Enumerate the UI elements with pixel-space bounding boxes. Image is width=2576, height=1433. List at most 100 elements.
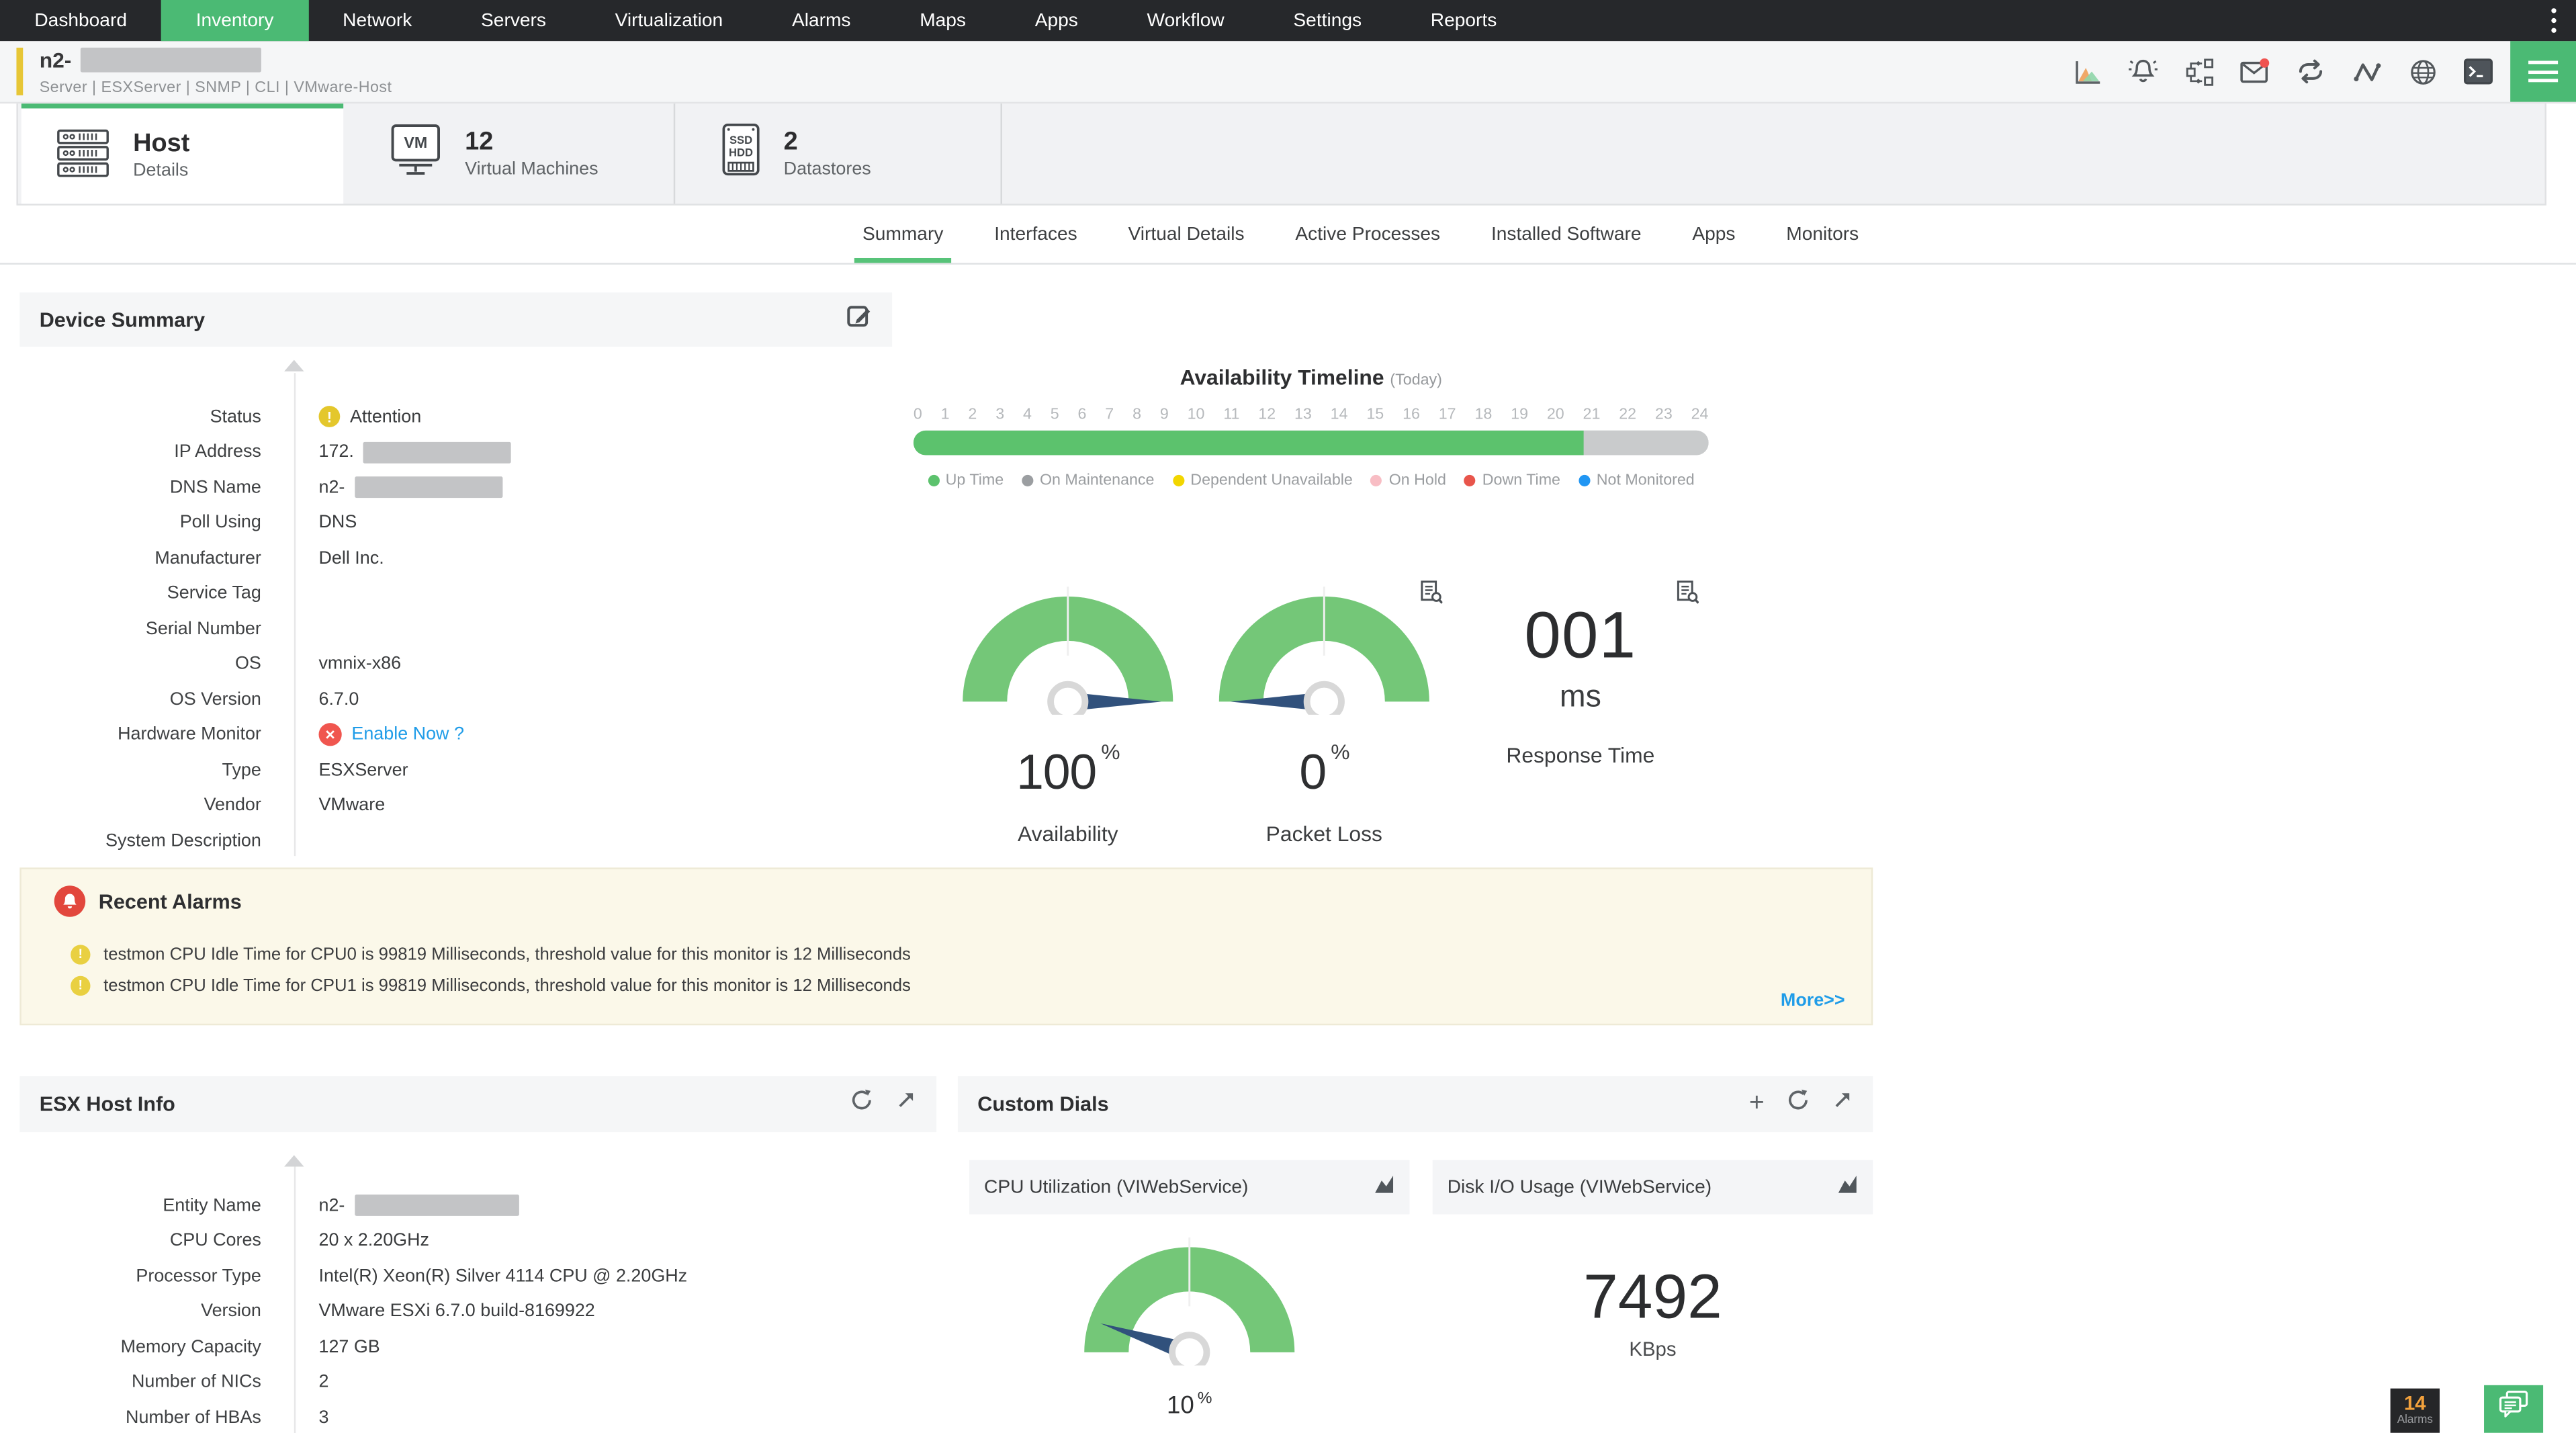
device-toolbar bbox=[2072, 41, 2494, 101]
tab-host-details[interactable]: Host Details bbox=[21, 103, 344, 204]
timeline-bar[interactable] bbox=[913, 430, 1709, 455]
add-dial-icon[interactable]: + bbox=[1749, 1090, 1765, 1117]
scroll-up-icon[interactable] bbox=[284, 359, 304, 372]
expand-icon[interactable] bbox=[895, 1090, 917, 1119]
device-title-bar: n2- Server | ESXServer | SNMP | CLI | VM… bbox=[0, 41, 2576, 104]
sync-loop-icon[interactable] bbox=[2295, 56, 2326, 87]
chat-button[interactable] bbox=[2484, 1385, 2544, 1433]
opmanager-app: Dashboard Inventory Network Servers Virt… bbox=[0, 0, 2576, 1433]
nav-item-reports[interactable]: Reports bbox=[1396, 0, 1531, 41]
cpu-utilization-gauge-dial bbox=[1084, 1237, 1295, 1373]
hamburger-menu-icon[interactable] bbox=[2510, 41, 2576, 102]
timeline-segment-remaining bbox=[1584, 430, 1709, 455]
nav-item-workflow[interactable]: Workflow bbox=[1112, 0, 1259, 41]
server-icon bbox=[54, 124, 112, 188]
tab-datastores[interactable]: SSD HDD 2 Datastores bbox=[675, 103, 1002, 204]
field-row-ip: IP Address 172. bbox=[19, 435, 892, 470]
subtab-monitors[interactable]: Monitors bbox=[1786, 206, 1859, 263]
nav-item-virtualization[interactable]: Virtualization bbox=[580, 0, 757, 41]
nav-item-dashboard[interactable]: Dashboard bbox=[0, 0, 161, 41]
hour-label: 10 bbox=[1187, 406, 1205, 425]
nav-item-settings[interactable]: Settings bbox=[1259, 0, 1396, 41]
disk-io-unit: KBps bbox=[1629, 1337, 1677, 1361]
packet-loss-gauge: 0% Packet Loss bbox=[1196, 567, 1453, 846]
response-time-label: Response Time bbox=[1506, 742, 1655, 768]
legend-down-time: Down Time bbox=[1464, 472, 1560, 490]
nav-item-alarms[interactable]: Alarms bbox=[758, 0, 885, 41]
kebab-menu-icon[interactable] bbox=[2531, 0, 2576, 41]
nav-item-network[interactable]: Network bbox=[308, 0, 447, 41]
alarm-count-badge[interactable]: 14 Alarms bbox=[2390, 1388, 2440, 1433]
alarm-row[interactable]: ! testmon CPU Idle Time for CPU0 is 9981… bbox=[71, 939, 1871, 969]
timeline-legend: Up Time On Maintenance Dependent Unavail… bbox=[914, 472, 1709, 490]
subtab-installed-software[interactable]: Installed Software bbox=[1491, 206, 1642, 263]
entity-tab-strip: Host Details VM 12 Virtual Machines SSD H… bbox=[16, 101, 2546, 206]
enable-now-link[interactable]: Enable Now ? bbox=[351, 725, 464, 744]
availability-gauge: 100% Availability bbox=[940, 567, 1196, 846]
expand-icon[interactable] bbox=[1832, 1090, 1853, 1119]
nav-item-inventory[interactable]: Inventory bbox=[161, 0, 308, 42]
hour-label: 23 bbox=[1654, 406, 1673, 425]
terminal-icon[interactable] bbox=[2462, 56, 2493, 87]
nav-item-apps[interactable]: Apps bbox=[1000, 0, 1112, 41]
redacted-value bbox=[355, 476, 503, 498]
refresh-icon[interactable] bbox=[1786, 1088, 1811, 1121]
hour-label: 11 bbox=[1223, 406, 1240, 425]
activity-icon[interactable] bbox=[2351, 56, 2382, 87]
area-chart-icon[interactable] bbox=[1374, 1172, 1395, 1202]
response-time-value: 001 bbox=[1524, 599, 1637, 672]
subtab-apps[interactable]: Apps bbox=[1692, 206, 1735, 263]
refresh-icon[interactable] bbox=[849, 1088, 874, 1121]
hour-label: 13 bbox=[1294, 406, 1312, 425]
recent-alarms-title: Recent Alarms bbox=[98, 889, 242, 913]
tab-host-title: Host bbox=[133, 130, 190, 158]
field-row-hardware-monitor: Hardware Monitor ✕ Enable Now ? bbox=[19, 718, 892, 753]
device-summary-panel: Device Summary Status ! Attention IP Addr… bbox=[19, 292, 893, 857]
hour-label: 2 bbox=[968, 406, 977, 425]
field-row-poll: Poll Using DNS bbox=[179, 513, 357, 533]
field-row-vendor: Vendor VMware bbox=[204, 795, 386, 816]
report-icon[interactable] bbox=[1419, 580, 1444, 613]
device-summary-header: Device Summary bbox=[19, 292, 893, 347]
report-icon[interactable] bbox=[1676, 580, 1699, 613]
nav-item-maps[interactable]: Maps bbox=[885, 0, 1001, 41]
legend-not-monitored: Not Monitored bbox=[1578, 472, 1695, 490]
edit-icon[interactable] bbox=[846, 302, 873, 337]
subtab-interfaces[interactable]: Interfaces bbox=[994, 206, 1077, 263]
hour-label: 15 bbox=[1366, 406, 1384, 425]
hour-label: 16 bbox=[1403, 406, 1420, 425]
redacted-device-name bbox=[79, 47, 261, 73]
availability-timeline: Availability Timeline (Today) 0123456789… bbox=[913, 364, 1709, 490]
performance-chart-icon[interactable] bbox=[2072, 56, 2102, 87]
alarm-row[interactable]: ! testmon CPU Idle Time for CPU1 is 9981… bbox=[71, 969, 1871, 1000]
legend-on-maintenance: On Maintenance bbox=[1022, 472, 1154, 490]
alarms-more-link[interactable]: More>> bbox=[1781, 991, 1845, 1010]
timeline-hour-labels: 0 1 2 3 4 5 6 7 8 9 10 11 12 13 14 15 16 17 18 19 20 21 22 23 24 bbox=[914, 406, 1709, 424]
timeline-period: (Today) bbox=[1390, 371, 1442, 390]
subtab-active-processes[interactable]: Active Processes bbox=[1295, 206, 1440, 263]
device-name-prefix: n2- bbox=[39, 47, 72, 73]
warning-icon: ! bbox=[71, 975, 91, 995]
disk-io-title: Disk I/O Usage (VIWebService) bbox=[1447, 1177, 1712, 1197]
area-chart-icon[interactable] bbox=[1836, 1172, 1858, 1202]
email-icon[interactable] bbox=[2239, 56, 2270, 87]
hour-label: 18 bbox=[1474, 406, 1493, 425]
disk-io-value: 7492 bbox=[1583, 1263, 1722, 1333]
availability-value: 100% bbox=[1016, 739, 1120, 801]
esx-host-info-header: ESX Host Info bbox=[19, 1076, 937, 1133]
scroll-up-icon[interactable] bbox=[284, 1155, 304, 1167]
workflow-icon[interactable] bbox=[2183, 56, 2214, 87]
subtab-summary[interactable]: Summary bbox=[854, 206, 952, 263]
tab-virtual-machines[interactable]: VM 12 Virtual Machines bbox=[343, 103, 676, 204]
nav-item-servers[interactable]: Servers bbox=[447, 0, 581, 41]
availability-timeline-title: Availability Timeline (Today) bbox=[1180, 364, 1442, 390]
subtab-virtual-details[interactable]: Virtual Details bbox=[1128, 206, 1245, 263]
globe-icon[interactable] bbox=[2407, 56, 2438, 87]
hour-label: 4 bbox=[1022, 406, 1032, 425]
field-row-type: Type ESXServer bbox=[222, 760, 408, 781]
alarm-bell-icon[interactable] bbox=[2127, 56, 2158, 87]
hour-label: 14 bbox=[1330, 406, 1348, 425]
timeline-segment-uptime bbox=[913, 430, 1585, 455]
field-row-processor-type: Processor Type Intel(R) Xeon(R) Silver 4… bbox=[136, 1266, 688, 1287]
device-summary-fields: Status ! Attention IP Address 172. DNS Na… bbox=[19, 347, 892, 857]
